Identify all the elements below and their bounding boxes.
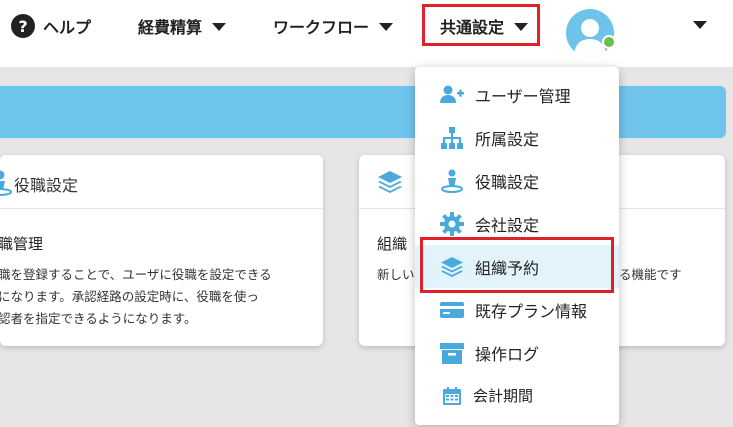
- menu-item-label: 所属設定: [475, 129, 540, 149]
- avatar-chevron-down-icon[interactable]: [693, 21, 707, 29]
- user-plus-icon: [439, 82, 465, 108]
- nav-workflow-menu[interactable]: ワークフロー: [273, 0, 394, 52]
- card-title: 役職設定: [14, 176, 79, 195]
- menu-item-department-settings[interactable]: 所属設定: [415, 116, 619, 159]
- gear-icon: [439, 211, 465, 237]
- card-subtitle: 職管理: [0, 235, 44, 253]
- archive-icon: [439, 340, 465, 366]
- person-pin-icon: [0, 168, 14, 200]
- help-link[interactable]: ? ヘルプ: [11, 0, 91, 52]
- chevron-down-icon: [379, 23, 394, 31]
- menu-item-user-management[interactable]: ユーザー管理: [415, 73, 619, 116]
- card-description-line: る機能です: [619, 267, 682, 282]
- card-description: 新しい る機能です: [377, 264, 682, 286]
- menu-item-label: 会計期間: [473, 387, 534, 405]
- menu-item-label: 操作ログ: [475, 344, 540, 364]
- card-description-line: 認者を指定できるようになります。: [0, 311, 197, 326]
- user-silhouette-icon: [574, 19, 606, 57]
- help-label: ヘルプ: [43, 18, 92, 37]
- person-pin-icon: [439, 168, 465, 194]
- help-icon: ?: [11, 14, 35, 38]
- menu-item-accounting-period[interactable]: 会計期間: [415, 374, 619, 417]
- menu-item-position-settings[interactable]: 役職設定: [415, 159, 619, 202]
- menu-item-operation-log[interactable]: 操作ログ: [415, 331, 619, 374]
- menu-item-label: 会社設定: [475, 215, 540, 235]
- card-description-line: になります。承認経路の設定時に、役職を使っ: [0, 289, 259, 304]
- menu-item-label: 既存プラン情報: [475, 301, 588, 321]
- menu-item-label: ユーザー管理: [475, 86, 571, 106]
- card-description: 職を登録することで、ユーザに役職を設定できる になります。承認経路の設定時に、役…: [0, 264, 272, 330]
- online-status-dot: [602, 35, 616, 49]
- card-description-line: 新しい: [377, 267, 415, 282]
- nav-workflow-label: ワークフロー: [273, 18, 370, 37]
- card-description-line: 職を登録することで、ユーザに役職を設定できる: [0, 267, 272, 282]
- calendar-icon: [439, 383, 465, 409]
- menu-item-label: 役職設定: [475, 172, 540, 192]
- chevron-down-icon: [212, 23, 227, 31]
- org-chart-icon: [439, 125, 465, 151]
- highlight-box: [420, 237, 614, 293]
- top-navigation-bar: ? ヘルプ 経費精算 ワークフロー 共通設定: [0, 0, 733, 67]
- card-position-settings[interactable]: 役職設定 職管理 職を登録することで、ユーザに役職を設定できる になります。承認…: [0, 155, 323, 346]
- card-icon: [439, 297, 465, 323]
- card-subtitle: 組織: [377, 235, 408, 253]
- highlight-box: [422, 4, 540, 46]
- layers-icon: [376, 168, 404, 200]
- nav-expense-label: 経費精算: [138, 18, 203, 37]
- card-header: 役職設定: [0, 155, 323, 209]
- menu-item-existing-plan-info[interactable]: 既存プラン情報: [415, 288, 619, 331]
- avatar[interactable]: [566, 9, 614, 57]
- nav-expense-menu[interactable]: 経費精算: [138, 0, 227, 52]
